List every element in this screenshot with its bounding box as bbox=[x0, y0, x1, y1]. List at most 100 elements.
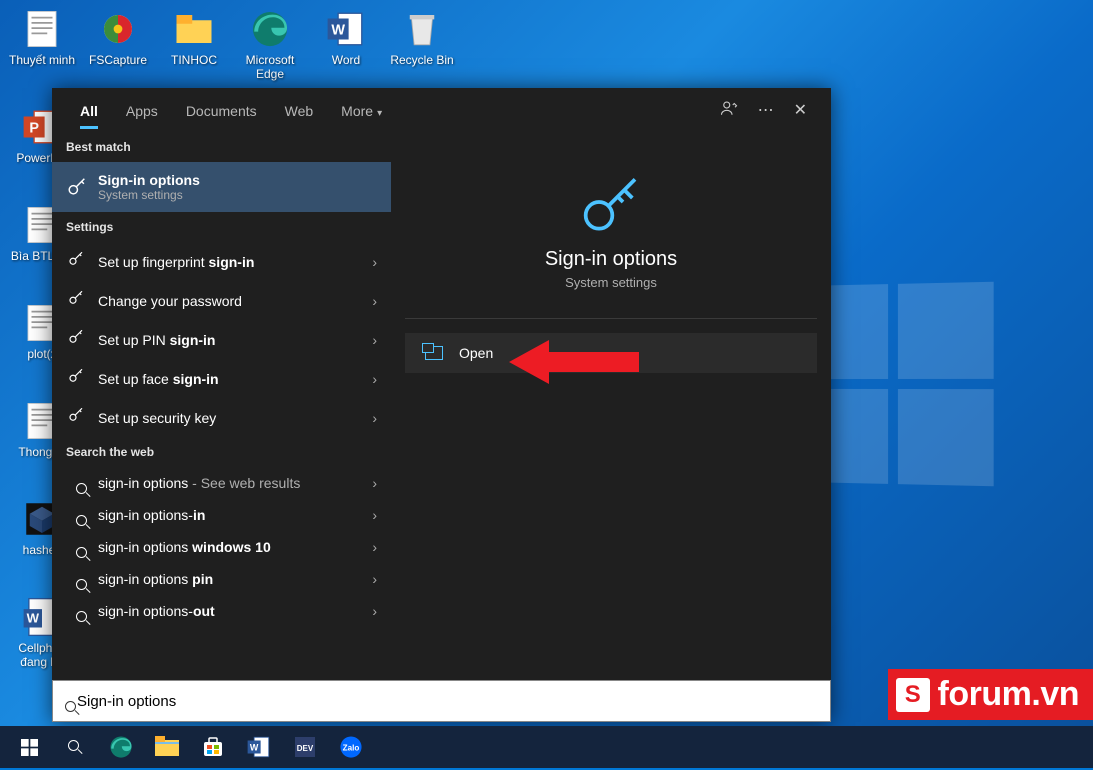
result-text: sign-in options-out bbox=[98, 603, 372, 619]
search-input-bar bbox=[52, 680, 831, 722]
result-text: Set up fingerprint sign-in bbox=[98, 254, 372, 270]
taskbar-zalo[interactable]: Zalo bbox=[328, 726, 374, 768]
result-text: sign-in options pin bbox=[98, 571, 372, 587]
svg-text:W: W bbox=[250, 742, 259, 752]
search-detail-pane: Sign-in options System settings Open bbox=[391, 132, 831, 680]
watermark-badge: S bbox=[896, 678, 930, 712]
desktop-icon[interactable]: TINHOC bbox=[156, 4, 232, 67]
chevron-right-icon: › bbox=[372, 332, 377, 348]
tab-more[interactable]: More▾ bbox=[327, 91, 396, 129]
result-text: Set up PIN sign-in bbox=[98, 332, 372, 348]
tab-apps[interactable]: Apps bbox=[112, 91, 172, 129]
svg-text:W: W bbox=[331, 22, 345, 38]
key-icon bbox=[66, 176, 86, 198]
key-icon bbox=[66, 289, 86, 312]
result-text: Change your password bbox=[98, 293, 372, 309]
chevron-right-icon: › bbox=[372, 475, 377, 491]
tab-documents[interactable]: Documents bbox=[172, 91, 271, 129]
chevron-right-icon: › bbox=[372, 293, 377, 309]
key-icon bbox=[66, 328, 86, 351]
web-result-row[interactable]: sign-in options - See web results› bbox=[52, 467, 391, 499]
web-header: Search the web bbox=[52, 437, 391, 467]
settings-header: Settings bbox=[52, 212, 391, 242]
detail-title: Sign-in options bbox=[405, 248, 817, 271]
doc-icon bbox=[21, 8, 63, 50]
best-match-title: Sign-in options bbox=[98, 172, 377, 188]
tab-all[interactable]: All bbox=[66, 91, 112, 129]
result-text: sign-in options-in bbox=[98, 507, 372, 523]
taskbar-devcpp[interactable]: DEV bbox=[282, 726, 328, 768]
web-result-row[interactable]: sign-in options-out› bbox=[52, 595, 391, 627]
search-tabs: All Apps Documents Web More▾ ⋯ ✕ bbox=[52, 88, 831, 132]
best-match-header: Best match bbox=[52, 132, 391, 162]
desktop-icon[interactable]: Microsoft Edge bbox=[232, 4, 308, 81]
taskbar-file-explorer[interactable] bbox=[144, 726, 190, 768]
desktop-icon[interactable]: FSCapture bbox=[80, 4, 156, 67]
tab-web[interactable]: Web bbox=[271, 91, 328, 129]
taskbar-store[interactable] bbox=[190, 726, 236, 768]
result-text: Set up face sign-in bbox=[98, 371, 372, 387]
taskbar-edge[interactable] bbox=[98, 726, 144, 768]
taskbar-search-icon[interactable] bbox=[52, 726, 98, 768]
settings-result-row[interactable]: Set up PIN sign-in› bbox=[52, 320, 391, 359]
svg-text:P: P bbox=[29, 120, 39, 136]
desktop-icon[interactable]: Thuyết minh bbox=[4, 4, 80, 67]
chevron-right-icon: › bbox=[372, 254, 377, 270]
result-text: sign-in options windows 10 bbox=[98, 539, 372, 555]
open-action[interactable]: Open bbox=[405, 333, 817, 373]
chevron-right-icon: › bbox=[372, 410, 377, 426]
edge-icon bbox=[249, 8, 291, 50]
settings-result-row[interactable]: Change your password› bbox=[52, 281, 391, 320]
chevron-right-icon: › bbox=[372, 603, 377, 619]
web-result-row[interactable]: sign-in options pin› bbox=[52, 563, 391, 595]
svg-text:W: W bbox=[27, 610, 40, 625]
svg-text:Zalo: Zalo bbox=[343, 743, 360, 752]
word-icon: W bbox=[325, 8, 367, 50]
watermark-text: forum.vn bbox=[938, 675, 1079, 713]
chevron-down-icon: ▾ bbox=[377, 108, 382, 119]
result-text: Set up security key bbox=[98, 410, 372, 426]
desktop-icon-label: Thuyết minh bbox=[4, 53, 80, 67]
taskbar-word[interactable]: W bbox=[236, 726, 282, 768]
desktop-icon-label: Word bbox=[308, 53, 384, 67]
open-settings-icon bbox=[425, 346, 443, 360]
more-options-icon[interactable]: ⋯ bbox=[748, 92, 784, 128]
web-result-row[interactable]: sign-in options windows 10› bbox=[52, 531, 391, 563]
search-results-list: Best match Sign-in options System settin… bbox=[52, 132, 391, 680]
chevron-right-icon: › bbox=[372, 507, 377, 523]
key-icon bbox=[66, 406, 86, 429]
detail-separator bbox=[405, 318, 817, 319]
key-icon bbox=[66, 250, 86, 273]
desktop-icon-label: Microsoft Edge bbox=[232, 53, 308, 81]
best-match-result[interactable]: Sign-in options System settings bbox=[52, 162, 391, 212]
feedback-icon[interactable] bbox=[710, 91, 748, 130]
result-text: sign-in options - See web results bbox=[98, 475, 372, 491]
close-icon[interactable]: ✕ bbox=[784, 92, 817, 128]
search-input[interactable] bbox=[77, 693, 818, 710]
settings-result-row[interactable]: Set up fingerprint sign-in› bbox=[52, 242, 391, 281]
app-icon bbox=[97, 8, 139, 50]
bin-icon bbox=[401, 8, 443, 50]
svg-text:DEV: DEV bbox=[297, 744, 314, 753]
desktop-icon-label: FSCapture bbox=[80, 53, 156, 67]
start-button[interactable] bbox=[6, 726, 52, 768]
taskbar: W DEV Zalo bbox=[0, 726, 1093, 768]
open-action-label: Open bbox=[459, 345, 493, 361]
chevron-right-icon: › bbox=[372, 571, 377, 587]
desktop-icon-label: Recycle Bin bbox=[384, 53, 460, 67]
detail-subtitle: System settings bbox=[405, 275, 817, 314]
web-result-row[interactable]: sign-in options-in› bbox=[52, 499, 391, 531]
folder-icon bbox=[173, 8, 215, 50]
best-match-subtitle: System settings bbox=[98, 188, 377, 202]
chevron-right-icon: › bbox=[372, 539, 377, 555]
search-panel: All Apps Documents Web More▾ ⋯ ✕ Best ma… bbox=[52, 88, 831, 722]
settings-result-row[interactable]: Set up security key› bbox=[52, 398, 391, 437]
desktop-icon[interactable]: W Word bbox=[308, 4, 384, 67]
settings-result-row[interactable]: Set up face sign-in› bbox=[52, 359, 391, 398]
key-icon bbox=[66, 367, 86, 390]
detail-key-icon bbox=[405, 146, 817, 248]
watermark: S forum.vn bbox=[888, 669, 1093, 720]
chevron-right-icon: › bbox=[372, 371, 377, 387]
desktop-icon[interactable]: Recycle Bin bbox=[384, 4, 460, 67]
desktop-icon-label: TINHOC bbox=[156, 53, 232, 67]
